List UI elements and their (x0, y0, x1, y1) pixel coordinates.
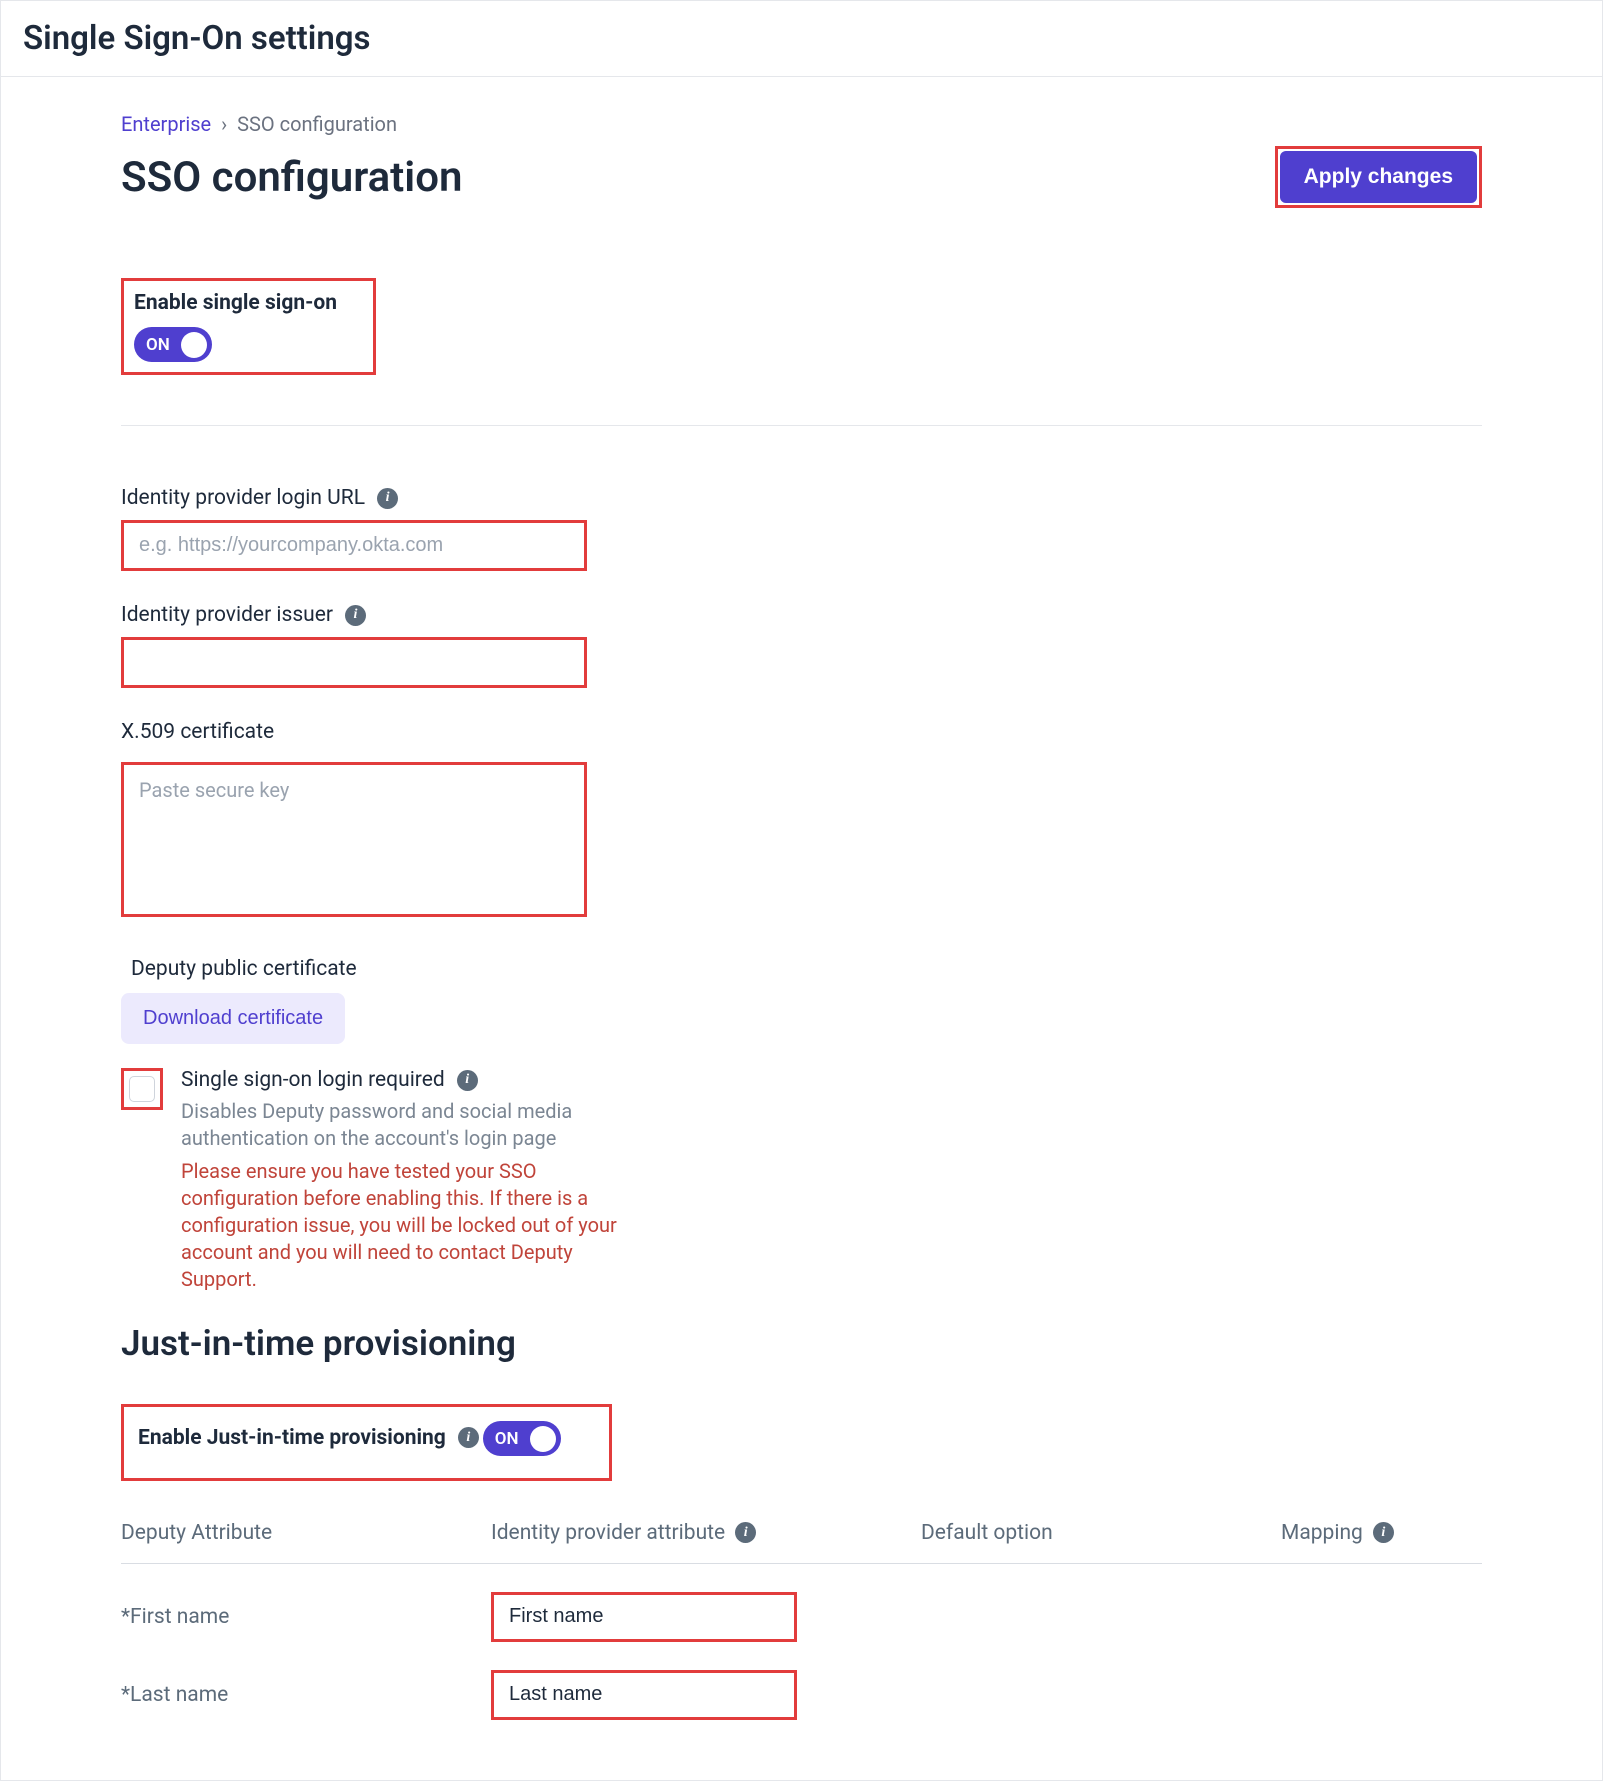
login-required-checkbox[interactable] (129, 1076, 155, 1102)
deputy-cert-label: Deputy public certificate (131, 957, 1482, 981)
login-required-help: Disables Deputy password and social medi… (181, 1098, 641, 1152)
info-icon[interactable]: i (1373, 1522, 1394, 1543)
col-idp-attr: Identity provider attribute (491, 1521, 725, 1545)
jit-title: Just-in-time provisioning (121, 1323, 1482, 1364)
apply-changes-button[interactable]: Apply changes (1280, 151, 1477, 203)
breadcrumb: Enterprise › SSO configuration (121, 112, 1482, 136)
enable-sso-label: Enable single sign-on (134, 291, 337, 315)
enable-sso-toggle[interactable]: ON (134, 327, 212, 362)
idp-login-url-input[interactable] (124, 523, 584, 568)
attr-last-name: *Last name (121, 1683, 491, 1707)
idp-first-name-input[interactable] (494, 1595, 794, 1639)
x509-textarea[interactable] (124, 765, 584, 910)
jit-enable-toggle[interactable]: ON (483, 1421, 561, 1456)
toggle-knob-icon (530, 1426, 556, 1452)
download-certificate-button[interactable]: Download certificate (121, 993, 345, 1044)
col-default: Default option (921, 1521, 1281, 1545)
attr-first-name: *First name (121, 1605, 491, 1629)
toggle-on-label: ON (495, 1429, 519, 1449)
col-deputy-attr: Deputy Attribute (121, 1521, 491, 1545)
idp-issuer-label: Identity provider issuer (121, 603, 333, 627)
chevron-right-icon: › (221, 112, 227, 136)
info-icon[interactable]: i (345, 605, 366, 626)
login-required-warning: Please ensure you have tested your SSO c… (181, 1158, 641, 1293)
breadcrumb-current: SSO configuration (237, 112, 397, 136)
info-icon[interactable]: i (735, 1522, 756, 1543)
breadcrumb-root[interactable]: Enterprise (121, 112, 211, 136)
idp-issuer-input[interactable] (124, 640, 584, 685)
toggle-knob-icon (181, 332, 207, 358)
divider (121, 425, 1482, 426)
login-required-label: Single sign-on login required (181, 1068, 445, 1092)
jit-enable-label: Enable Just-in-time provisioning (138, 1426, 446, 1450)
toggle-on-label: ON (146, 335, 170, 355)
table-row: *Last name (121, 1642, 1482, 1720)
title-bar: Single Sign-On settings (1, 1, 1602, 77)
idp-last-name-input[interactable] (494, 1673, 794, 1717)
table-row: *First name (121, 1564, 1482, 1642)
col-mapping: Mapping (1281, 1521, 1363, 1545)
app-title: Single Sign-On settings (23, 19, 1580, 58)
x509-label: X.509 certificate (121, 720, 274, 744)
info-icon[interactable]: i (377, 488, 398, 509)
idp-login-url-label: Identity provider login URL (121, 486, 365, 510)
page-title: SSO configuration (121, 153, 462, 202)
info-icon[interactable]: i (458, 1427, 479, 1448)
info-icon[interactable]: i (457, 1070, 478, 1091)
